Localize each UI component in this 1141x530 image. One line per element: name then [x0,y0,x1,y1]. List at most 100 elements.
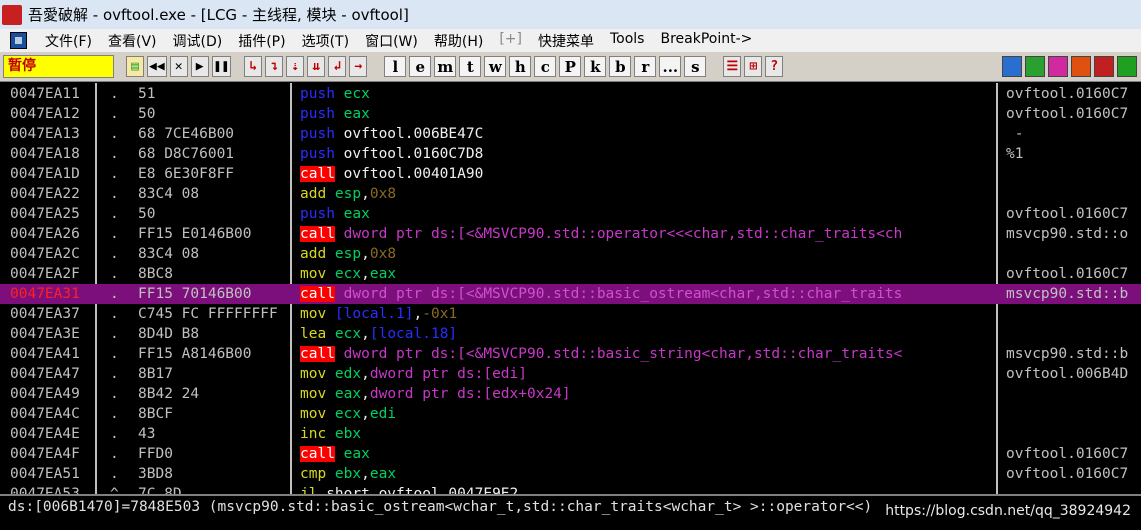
disasm-cell: call ovftool.00401A90 [300,164,990,184]
grid-icon[interactable]: ⊞ [744,56,763,77]
address-cell: 0047EA4E [10,426,80,442]
window-button-more[interactable]: ... [659,56,682,77]
refresh-icon[interactable] [1002,56,1022,77]
menu-item[interactable]: 快捷菜单 [530,31,602,51]
window-button-c[interactable]: c [534,56,557,77]
hex-cell: 50 [138,206,156,222]
window-button-k[interactable]: k [584,56,607,77]
disasm-row[interactable]: 0047EA47. 8B17 mov edx,dword ptr ds:[edi] o… [0,364,1141,384]
trace-into-icon[interactable]: ⇣ [286,56,305,77]
comment-cell: ovftool.0160C7 [1006,206,1129,222]
disasm-row[interactable]: 0047EA13. 68 7CE46B00 push ovftool.006BE47… [0,124,1141,144]
target-icon[interactable] [1094,56,1114,77]
disasm-row[interactable]: 0047EA18. 68 D8C76001 push ovftool.0160C7D… [0,144,1141,164]
hex-cell: 68 D8C76001 [138,146,235,162]
step-over-icon[interactable]: ↴ [265,56,284,77]
window-button-r[interactable]: r [634,56,657,77]
disasm-token: edi [369,406,397,422]
disasm-row[interactable]: 0047EA4F. FFD0 call eax ovftool.0160C7 [0,444,1141,464]
open-file-icon[interactable]: ▤ [126,56,144,77]
disasm-token: 0x8 [369,186,397,202]
step-into-icon[interactable]: ↳ [244,56,263,77]
jump-marker: . [110,346,119,362]
disasm-row[interactable]: 0047EA11. 51 push ecx ovftool.0160C7 [0,84,1141,104]
disasm-row[interactable]: 0047EA25. 50 push eax ovftool.0160C7 [0,204,1141,224]
menu-item[interactable]: Tools [602,31,653,51]
disasm-row[interactable]: 0047EA22. 83C4 08 add esp,0x8 [0,184,1141,204]
run-icon[interactable]: ▶ [190,56,209,77]
window-button-b[interactable]: b [609,56,632,77]
disasm-row[interactable]: 0047EA51. 3BD8 cmp ebx,eax ovftool.0160C7 [0,464,1141,484]
menu-item[interactable]: 调试(D) [165,31,231,51]
rewind-icon[interactable]: ◀◀ [147,56,167,77]
jump-marker: . [110,386,119,402]
disasm-row[interactable]: 0047EA3E. 8D4D B8 lea ecx,[local.18] [0,324,1141,344]
disasm-row[interactable]: 0047EA2F. 8BC8 mov ecx,eax ovftool.0160C7 [0,264,1141,284]
disasm-token: esp [326,186,362,202]
disasm-token: call [300,446,335,462]
hex-cell: 3BD8 [138,466,173,482]
window-button-l[interactable]: l [384,56,407,77]
menu-item[interactable]: 窗口(W) [357,31,426,51]
disasm-row[interactable]: 0047EA2C. 83C4 08 add esp,0x8 [0,244,1141,264]
address-cell: 0047EA53 [10,486,80,494]
disasm-token: mov [300,406,327,422]
address-cell: 0047EA18 [10,146,80,162]
menu-item[interactable]: 帮助(H) [426,31,491,51]
disasm-token: call [300,166,335,182]
disasm-row[interactable]: 0047EA12. 50 push eax ovftool.0160C7 [0,104,1141,124]
star-icon[interactable] [1071,56,1091,77]
plugin-icon[interactable] [1025,56,1045,77]
window-button-e[interactable]: e [409,56,432,77]
green-icon[interactable] [1117,56,1137,77]
comment-cell: ovftool.0160C7 [1006,446,1129,462]
status-indicator: 暂停 [3,55,114,78]
disasm-row[interactable]: 0047EA4C. 8BCF mov ecx,edi [0,404,1141,424]
selected-row[interactable]: 0047EA31. FF15 70146B00 call dword ptr ds:… [0,284,1141,304]
execute-till-return-icon[interactable]: ↲ [328,56,347,77]
hex-cell: FF15 70146B00 [138,286,252,302]
goto-icon[interactable]: → [349,56,368,77]
menu-item[interactable]: 选项(T) [294,31,357,51]
disasm-row[interactable]: 0047EA41. FF15 A8146B00 call dword ptr ds:… [0,344,1141,364]
window-button-s[interactable]: s [684,56,707,77]
disasm-cell: mov [local.1],-0x1 [300,304,990,324]
title-bar: 吾愛破解 - ovftool.exe - [LCG - 主线程, 模块 - ov… [0,0,1141,29]
list-icon[interactable]: ☰ [723,56,742,77]
disasm-token: eax [334,106,370,122]
menu-item[interactable]: 查看(V) [100,31,165,51]
trace-over-icon[interactable]: ⇊ [307,56,326,77]
disasm-row[interactable]: 0047EA37. C745 FC FFFFFFFF mov [local.1],-… [0,304,1141,324]
jump-marker: . [110,126,119,142]
jump-marker: . [110,146,119,162]
hex-cell: 51 [138,86,156,102]
disasm-row[interactable]: 0047EA49. 8B42 24 mov eax,dword ptr ds:[ed… [0,384,1141,404]
window-button-p[interactable]: P [559,56,582,77]
jump-marker: . [110,286,119,302]
disasm-row[interactable]: 0047EA53 ^ 7C 8D jl short ovftool.0047E9E2 [0,484,1141,494]
disasm-cell: mov ecx,eax [300,264,990,284]
menu-item[interactable]: BreakPoint-> [652,31,760,51]
hex-cell: 8B42 24 [138,386,200,402]
window-button-m[interactable]: m [434,56,457,77]
window-button-h[interactable]: h [509,56,532,77]
address-cell: 0047EA1D [10,166,80,182]
disassembly-pane[interactable]: 0047EA11. 51 push ecx ovftool.0160C7 0047EA1… [0,83,1141,494]
window-button-t[interactable]: t [459,56,482,77]
pause-icon[interactable]: ❚❚ [211,56,232,77]
disasm-row[interactable]: 0047EA26. FF15 E0146B00 call dword ptr ds:… [0,224,1141,244]
help-icon[interactable]: ? [765,56,784,77]
comment-cell: ovftool.0160C7 [1006,106,1129,122]
disasm-token: 0x8 [369,246,397,262]
menu-item[interactable]: 文件(F) [37,31,100,51]
disasm-row[interactable]: 0047EA1D. E8 6E30F8FF call ovftool.00401A9… [0,164,1141,184]
disasm-row[interactable]: 0047EA4E. 43 inc ebx [0,424,1141,444]
system-menu-icon[interactable] [10,32,27,49]
disasm-token: , [361,186,370,202]
close-icon[interactable]: ✕ [169,56,188,77]
menu-item[interactable]: [+] [491,31,530,51]
disasm-token: push [300,126,335,142]
window-button-w[interactable]: w [484,56,507,77]
menu-item[interactable]: 插件(P) [230,31,293,51]
a-icon[interactable] [1048,56,1068,77]
